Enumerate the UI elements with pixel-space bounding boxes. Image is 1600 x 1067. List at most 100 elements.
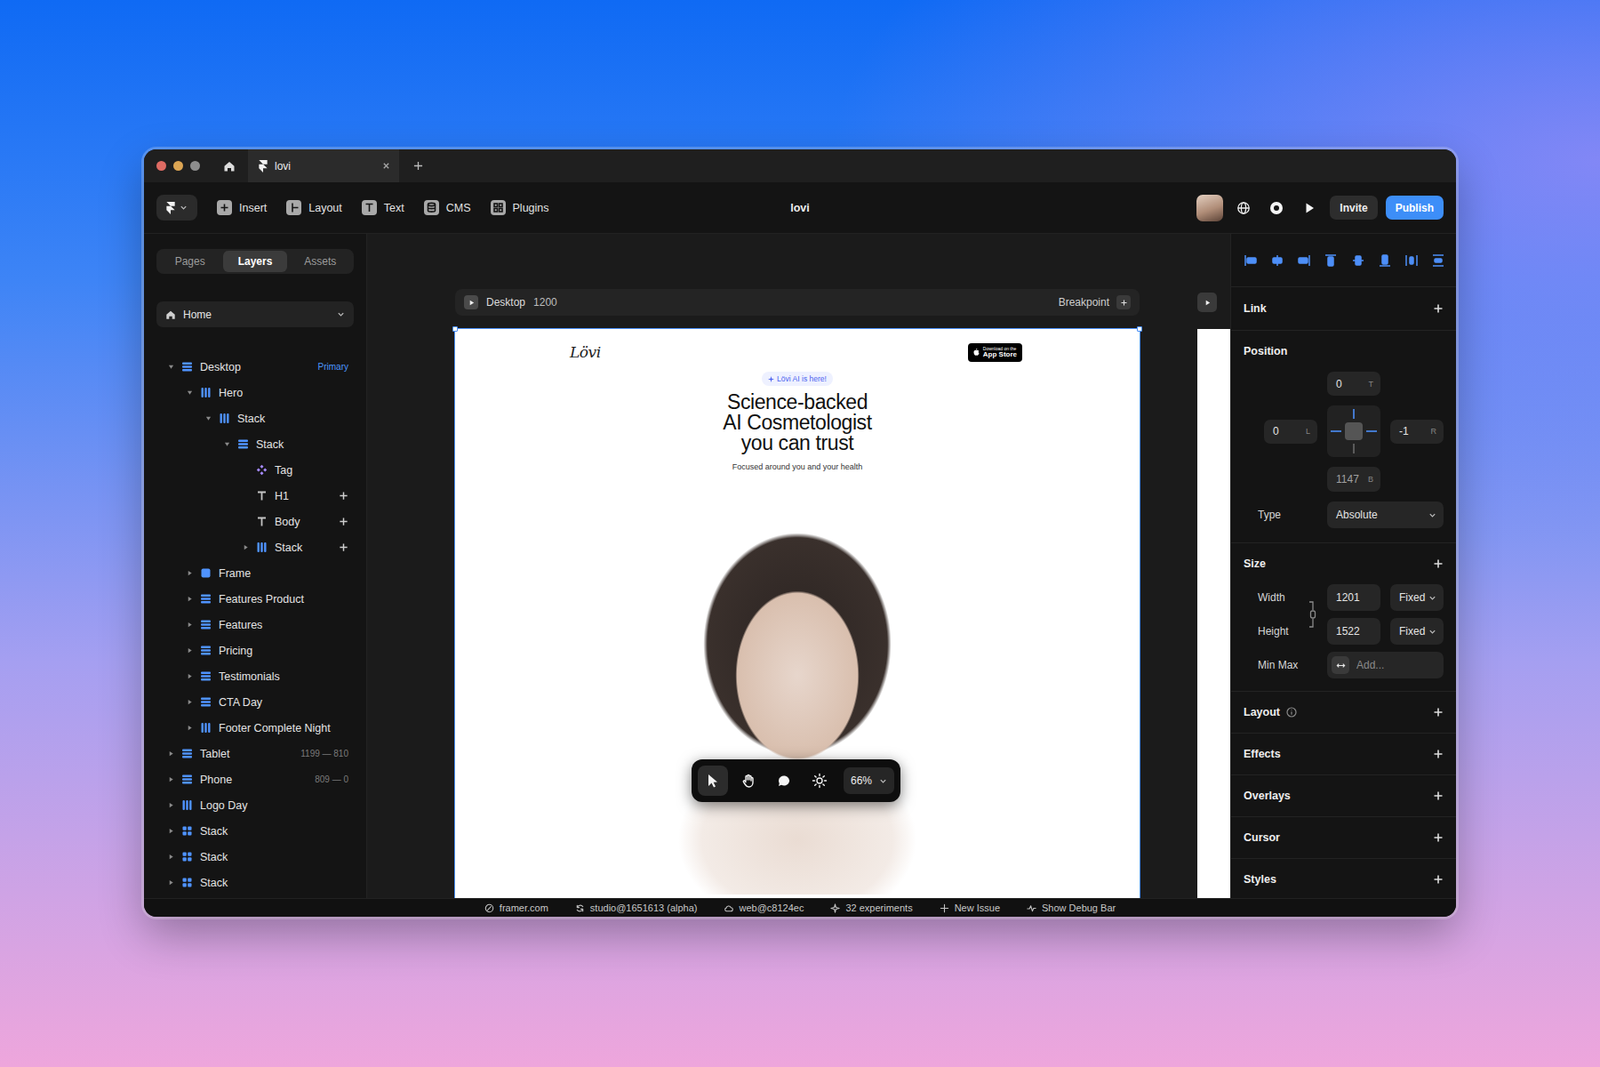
plus-icon[interactable]: [1432, 790, 1444, 801]
status-item[interactable]: web@c8124ec: [723, 902, 804, 913]
plus-icon[interactable]: [1432, 558, 1444, 569]
record-button[interactable]: [1264, 195, 1289, 221]
disclosure-arrow-icon[interactable]: [186, 389, 193, 396]
layer-row[interactable]: Tag: [156, 456, 354, 483]
distribute-vertical-icon[interactable]: [1431, 253, 1446, 268]
tool-button[interactable]: [733, 765, 764, 796]
layer-row[interactable]: Logo Day: [156, 792, 354, 818]
aspect-lock-icon[interactable]: [1307, 596, 1317, 632]
tool-button[interactable]: [697, 765, 728, 796]
publish-button[interactable]: Publish: [1385, 195, 1444, 220]
layer-row[interactable]: Stack: [156, 843, 354, 870]
disclosure-arrow-icon[interactable]: [168, 853, 175, 860]
status-item[interactable]: studio@1651613 (alpha): [575, 902, 698, 913]
plus-icon[interactable]: [338, 542, 349, 552]
disclosure-arrow-icon[interactable]: [168, 879, 175, 886]
disclosure-arrow-icon[interactable]: [205, 415, 212, 422]
project-tab[interactable]: lovi: [248, 149, 400, 183]
announcement-tag[interactable]: Lövi AI is here!: [761, 371, 833, 386]
layer-row[interactable]: Testimonials: [156, 663, 354, 689]
tool-button[interactable]: [768, 765, 800, 796]
status-item[interactable]: framer.com: [484, 902, 549, 913]
size-mode-select[interactable]: Fixed: [1390, 584, 1444, 611]
resize-handle[interactable]: [1136, 326, 1143, 332]
new-tab-icon[interactable]: [413, 160, 424, 171]
toolbar-button[interactable]: Plugins: [490, 200, 550, 216]
preview-breakpoint-button[interactable]: [464, 295, 479, 310]
main-menu-button[interactable]: [156, 194, 198, 221]
layer-row[interactable]: Stack: [156, 431, 354, 457]
layer-row[interactable]: Pricing: [156, 637, 354, 664]
app-store-badge[interactable]: Download on theApp Store: [968, 343, 1023, 362]
site-logo[interactable]: Lövi: [569, 343, 601, 361]
align-left-icon[interactable]: [1243, 253, 1258, 268]
disclosure-arrow-icon[interactable]: [186, 698, 193, 705]
right-input[interactable]: -1R: [1390, 419, 1444, 444]
plus-icon[interactable]: [338, 490, 349, 501]
top-input[interactable]: 0T: [1327, 371, 1381, 396]
layer-row[interactable]: Stack: [156, 817, 354, 844]
site-settings-button[interactable]: [1231, 195, 1256, 221]
align-middle-icon[interactable]: [1351, 253, 1366, 268]
home-icon[interactable]: [223, 160, 236, 173]
close-window-button[interactable]: [156, 160, 167, 171]
disclosure-arrow-icon[interactable]: [224, 440, 231, 448]
disclosure-arrow-icon[interactable]: [186, 569, 193, 576]
plus-icon[interactable]: [338, 516, 349, 527]
layer-row[interactable]: Stack: [156, 405, 354, 432]
panel-tab[interactable]: Pages: [158, 250, 222, 272]
size-mode-select[interactable]: Fixed: [1390, 617, 1444, 645]
user-avatar[interactable]: [1196, 194, 1224, 222]
disclosure-arrow-icon[interactable]: [186, 647, 193, 654]
info-icon[interactable]: [1286, 706, 1297, 718]
disclosure-arrow-icon[interactable]: [242, 544, 249, 551]
align-top-icon[interactable]: [1323, 253, 1338, 268]
position-type-select[interactable]: Absolute: [1327, 501, 1444, 528]
plus-icon[interactable]: [1432, 706, 1444, 718]
bottom-input[interactable]: 1147B: [1327, 466, 1381, 492]
disclosure-arrow-icon[interactable]: [186, 724, 193, 731]
disclosure-arrow-icon[interactable]: [168, 776, 175, 783]
canvas[interactable]: Desktop1200BreakpointLöviDownload on the…: [367, 233, 1231, 898]
toolbar-button[interactable]: CMS: [424, 200, 472, 216]
desktop-frame[interactable]: Lövi Download on theApp Store Lövi AI is h…: [455, 328, 1140, 898]
layer-row[interactable]: Features: [156, 611, 354, 638]
disclosure-arrow-icon[interactable]: [168, 801, 175, 808]
toolbar-button[interactable]: Layout: [286, 200, 343, 216]
disclosure-arrow-icon[interactable]: [168, 363, 175, 370]
preview-button[interactable]: [1296, 195, 1322, 221]
layer-row[interactable]: Hero: [156, 379, 354, 406]
tool-button[interactable]: [804, 765, 835, 796]
disclosure-arrow-icon[interactable]: [168, 750, 175, 757]
disclosure-arrow-icon[interactable]: [186, 672, 193, 680]
pin-widget[interactable]: [1327, 405, 1381, 457]
size-input[interactable]: 1522: [1327, 617, 1381, 645]
plus-icon[interactable]: [1432, 873, 1444, 885]
disclosure-arrow-icon[interactable]: [186, 595, 193, 602]
page-select[interactable]: Home: [156, 301, 354, 328]
invite-button[interactable]: Invite: [1329, 195, 1377, 220]
status-item[interactable]: Show Debug Bar: [1026, 902, 1116, 913]
min-max-input[interactable]: Add...: [1327, 651, 1444, 679]
resize-handle[interactable]: [452, 326, 458, 332]
layer-row[interactable]: H1: [156, 482, 354, 509]
add-breakpoint-button[interactable]: Breakpoint: [1058, 295, 1131, 310]
align-right-icon[interactable]: [1296, 253, 1312, 268]
layer-row[interactable]: Footer Complete Night: [156, 714, 354, 741]
toolbar-button[interactable]: Insert: [216, 200, 267, 216]
distribute-horizontal-icon[interactable]: [1404, 253, 1419, 268]
layer-row[interactable]: Frame: [156, 560, 354, 586]
panel-tab[interactable]: Assets: [288, 250, 352, 272]
layer-row[interactable]: Tablet1199 — 810: [156, 740, 354, 767]
layer-row[interactable]: Phone809 — 0: [156, 766, 354, 792]
close-tab-icon[interactable]: [382, 161, 391, 170]
zoom-window-button[interactable]: [190, 160, 200, 171]
status-item[interactable]: New Issue: [939, 902, 1000, 913]
plus-icon[interactable]: [1432, 832, 1444, 843]
minimize-window-button[interactable]: [173, 160, 184, 171]
layer-row[interactable]: DesktopPrimary: [156, 353, 354, 380]
layer-row[interactable]: Body: [156, 508, 354, 535]
plus-icon[interactable]: [1432, 303, 1444, 314]
layer-row[interactable]: Stack: [156, 869, 354, 896]
panel-tab[interactable]: Layers: [223, 250, 287, 272]
